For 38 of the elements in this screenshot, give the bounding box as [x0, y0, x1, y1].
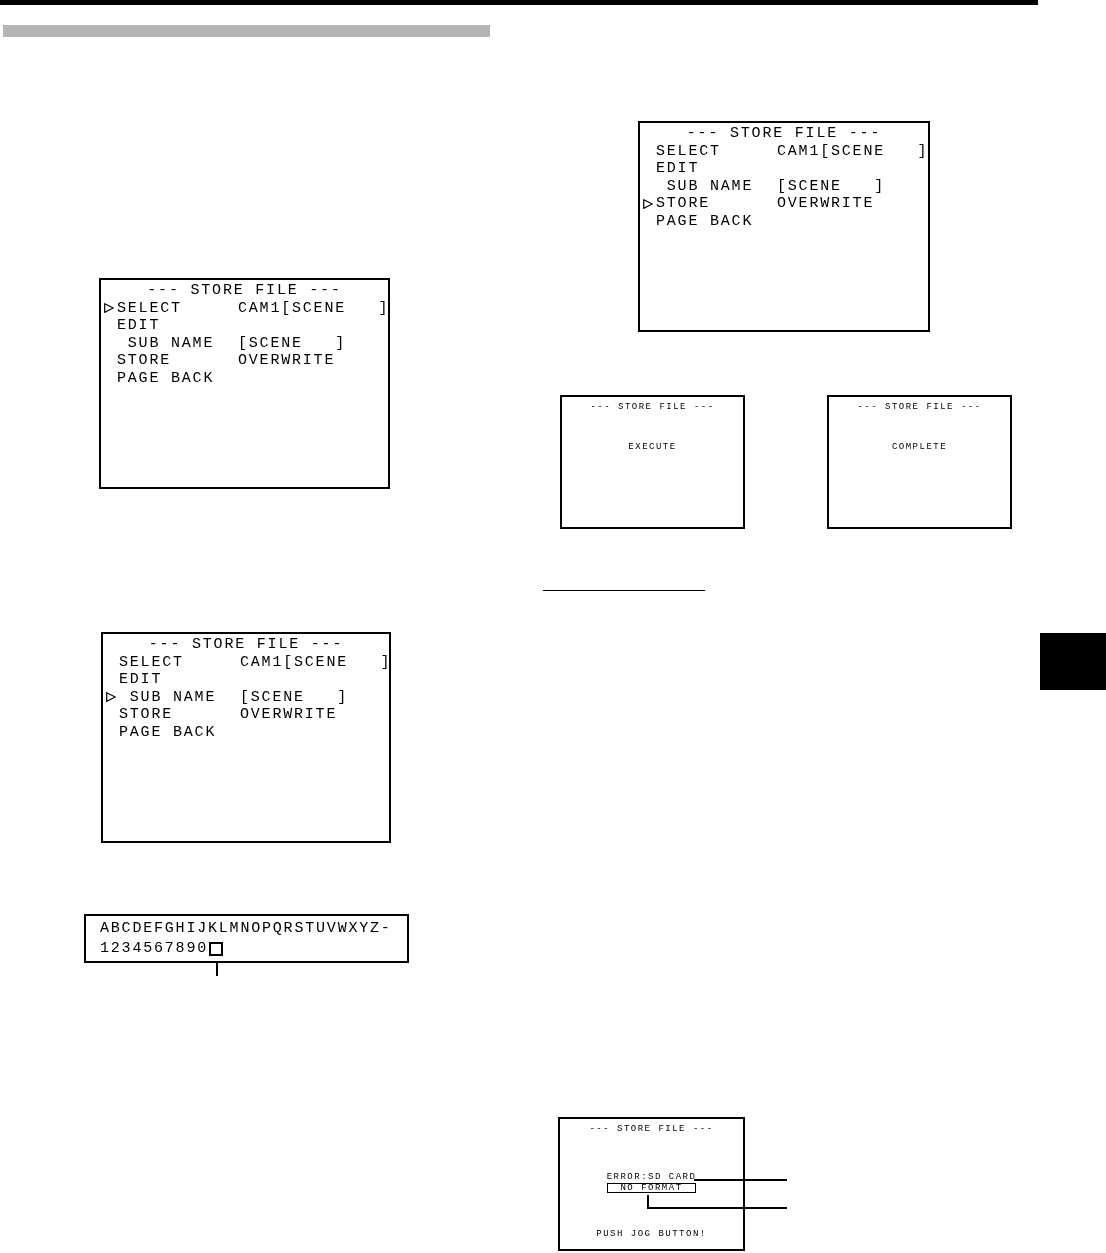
menu-value: [SCENE ] [238, 334, 346, 352]
screen-message: EXECUTE [628, 441, 677, 453]
menu-title: --- STORE FILE --- [147, 636, 345, 654]
screen-title: --- STORE FILE --- [590, 401, 715, 413]
menu-value: [SCENE ] [240, 688, 348, 706]
menu-value: CAM1[SCENE ] [238, 299, 390, 317]
screen-title: --- STORE FILE --- [589, 1123, 714, 1135]
menu-title: --- STORE FILE --- [146, 282, 343, 300]
prompt-message: PUSH JOG BUTTON! [596, 1228, 707, 1240]
menu-label: SELECT [117, 299, 182, 317]
menu-label: SUB NAME [666, 177, 754, 195]
menu-label: SELECT [656, 142, 721, 160]
menu-label: STORE [119, 706, 173, 724]
screen-title: --- STORE FILE --- [857, 401, 982, 413]
menu-title: --- STORE FILE --- [685, 125, 883, 143]
menu-label: EDIT [119, 671, 163, 689]
character-row: 1234567890 [100, 938, 208, 959]
menu-value: OVERWRITE [777, 195, 875, 213]
menu-value: [SCENE ] [777, 177, 885, 195]
menu-label: SUB NAME [127, 334, 215, 352]
menu-value: OVERWRITE [238, 352, 336, 370]
menu-label: SUB NAME [129, 688, 217, 706]
chapter-marker [1040, 633, 1106, 690]
character-row: ABCDEFGHIJKLMNOPQRSTUVWXYZ- [100, 918, 392, 939]
error-message: ERROR:SD CARD [606, 1171, 697, 1183]
menu-value: OVERWRITE [240, 706, 338, 724]
menu-label: PAGE BACK [117, 369, 215, 387]
menu-value: CAM1[SCENE ] [240, 653, 392, 671]
error-detail: NO FORMAT [607, 1183, 696, 1193]
menu-value: CAM1[SCENE ] [777, 142, 929, 160]
menu-label: EDIT [656, 160, 700, 178]
screen-message: COMPLETE [891, 441, 948, 453]
menu-label: PAGE BACK [656, 212, 754, 230]
menu-label: STORE [117, 352, 171, 370]
menu-label: PAGE BACK [119, 723, 217, 741]
menu-label: EDIT [117, 317, 161, 335]
menu-label: STORE [656, 195, 710, 213]
menu-label: SELECT [119, 653, 184, 671]
